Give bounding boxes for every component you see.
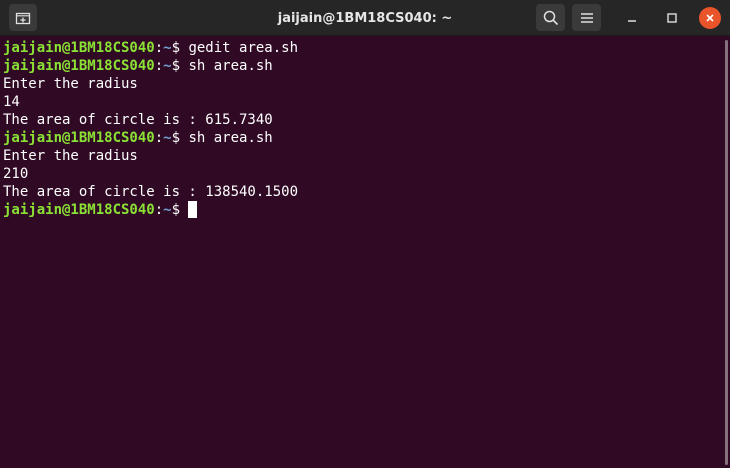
maximize-button[interactable] xyxy=(660,6,684,30)
scrollbar-thumb[interactable] xyxy=(725,40,728,465)
close-button[interactable] xyxy=(699,7,721,29)
prompt-separator: : xyxy=(154,202,164,218)
scrollbar[interactable] xyxy=(722,37,730,468)
terminal-output[interactable]: jaijain@1BM18CS040:~$ gedit area.sh jaija… xyxy=(0,37,722,468)
search-icon xyxy=(543,10,558,25)
minimize-icon xyxy=(628,20,636,22)
command-text: sh area.sh xyxy=(188,130,273,146)
prompt-line: jaijain@1BM18CS040:~$ gedit area.sh xyxy=(3,39,722,57)
output-line: 210 xyxy=(3,166,29,182)
output-line: Enter the radius xyxy=(3,76,138,92)
new-tab-button[interactable] xyxy=(9,4,37,31)
close-icon xyxy=(706,14,714,22)
menu-button[interactable] xyxy=(572,4,601,31)
hamburger-menu-icon xyxy=(580,12,593,23)
prompt-separator: : xyxy=(154,58,164,74)
prompt-symbol: $ xyxy=(171,58,189,74)
prompt-separator: : xyxy=(154,40,164,56)
prompt-separator: : xyxy=(154,130,164,146)
minimize-button[interactable] xyxy=(620,6,644,30)
prompt-user-host: jaijain@1BM18CS040 xyxy=(3,202,155,218)
prompt-line: jaijain@1BM18CS040:~$ xyxy=(3,201,722,219)
output-line: The area of circle is : 138540.1500 xyxy=(3,184,299,200)
prompt-symbol: $ xyxy=(171,130,189,146)
maximize-icon xyxy=(667,13,677,23)
output-line: Enter the radius xyxy=(3,148,138,164)
text-cursor xyxy=(188,201,198,218)
new-tab-icon xyxy=(15,12,31,24)
search-button[interactable] xyxy=(536,4,565,31)
prompt-line: jaijain@1BM18CS040:~$ sh area.sh xyxy=(3,57,722,75)
command-text: gedit area.sh xyxy=(188,40,299,56)
output-line: 14 xyxy=(3,94,20,110)
prompt-path: ~ xyxy=(163,202,172,218)
prompt-symbol: $ xyxy=(171,40,189,56)
prompt-user-host: jaijain@1BM18CS040 xyxy=(3,130,155,146)
prompt-user-host: jaijain@1BM18CS040 xyxy=(3,40,155,56)
terminal-window: jaijain@1BM18CS040: ~ jaijain@1BM18CS040… xyxy=(0,0,730,468)
title-bar: jaijain@1BM18CS040: ~ xyxy=(0,0,730,36)
output-line: The area of circle is : 615.7340 xyxy=(3,112,273,128)
prompt-path: ~ xyxy=(163,58,172,74)
command-text: sh area.sh xyxy=(188,58,273,74)
prompt-symbol: $ xyxy=(171,202,189,218)
prompt-path: ~ xyxy=(163,130,172,146)
prompt-line: jaijain@1BM18CS040:~$ sh area.sh xyxy=(3,129,722,147)
prompt-user-host: jaijain@1BM18CS040 xyxy=(3,58,155,74)
prompt-path: ~ xyxy=(163,40,172,56)
